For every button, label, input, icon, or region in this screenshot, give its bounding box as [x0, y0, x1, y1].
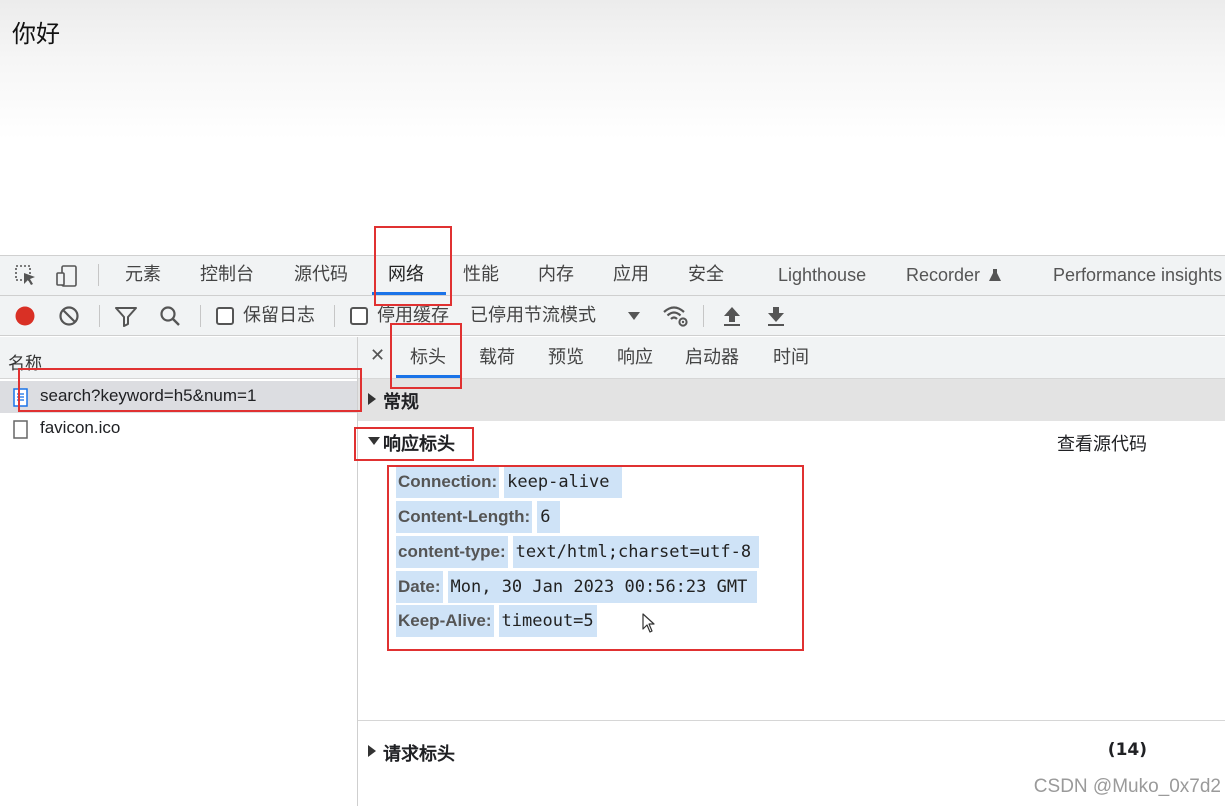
annotation-box-response-headers [354, 427, 474, 461]
devtools-main-tabbar: 元素 控制台 源代码 网络 性能 内存 应用 安全 Lighthouse Rec… [0, 256, 1225, 296]
tab-timing[interactable]: 时间 [773, 337, 809, 379]
annotation-box-network-tab [374, 226, 452, 306]
section-title: 常规 [383, 392, 419, 413]
disable-cache-checkbox[interactable] [350, 307, 368, 325]
tab-sources[interactable]: 源代码 [294, 256, 348, 296]
device-toolbar-icon[interactable] [55, 264, 79, 288]
search-icon[interactable] [158, 304, 182, 328]
export-har-icon[interactable] [764, 304, 788, 328]
watermark: CSDN @Muko_0x7d2 [1033, 776, 1221, 797]
toolbar-divider [703, 305, 704, 327]
page-content-text: 你好 [12, 20, 60, 48]
response-headers-section-header[interactable]: 响应标头 查看源代码 [358, 421, 1225, 461]
network-conditions-icon[interactable] [662, 304, 688, 328]
toolbar-divider [334, 305, 335, 327]
section-divider [358, 720, 1225, 721]
tab-security[interactable]: 安全 [688, 256, 724, 296]
expand-arrow-icon [368, 393, 376, 405]
tab-recorder[interactable]: Recorder [906, 256, 1002, 296]
tab-console[interactable]: 控制台 [200, 256, 254, 296]
close-icon[interactable]: ✕ [370, 345, 385, 366]
record-icon[interactable] [13, 304, 37, 328]
section-title: 请求标头 [383, 744, 455, 765]
filter-icon[interactable] [114, 304, 138, 328]
chevron-down-icon[interactable] [622, 304, 646, 328]
general-section-header[interactable]: 常规 [358, 379, 1225, 421]
tab-response[interactable]: 响应 [617, 337, 653, 379]
tab-memory[interactable]: 内存 [538, 256, 574, 296]
throttling-select[interactable]: 已停用节流模式 [470, 296, 596, 336]
header-count: (14) [1107, 740, 1147, 760]
tab-performance-insights[interactable]: Performance insights [1053, 256, 1222, 296]
tab-recorder-label: Recorder [906, 265, 981, 285]
preserve-log-label: 保留日志 [243, 305, 315, 326]
tab-elements[interactable]: 元素 [125, 256, 161, 296]
annotation-box-request [18, 368, 362, 412]
request-headers-section-header[interactable]: 请求标头 (14) [358, 731, 1225, 771]
import-har-icon[interactable] [720, 304, 744, 328]
request-row[interactable]: favicon.ico [0, 413, 357, 445]
inspect-element-icon[interactable] [14, 264, 38, 288]
view-source-link[interactable]: 查看源代码 [1057, 430, 1147, 456]
tab-initiator[interactable]: 启动器 [685, 337, 739, 379]
tab-application[interactable]: 应用 [613, 256, 649, 296]
network-toolbar: 保留日志 停用缓存 已停用节流模式 [0, 296, 1225, 336]
tab-payload[interactable]: 载荷 [479, 337, 515, 379]
request-name: favicon.ico [40, 418, 121, 437]
tab-preview[interactable]: 预览 [548, 337, 584, 379]
annotation-box-headers-tab [390, 323, 462, 389]
toolbar-divider [99, 305, 100, 327]
tab-performance[interactable]: 性能 [463, 256, 499, 296]
annotation-box-header-values [387, 465, 804, 651]
file-icon [13, 420, 28, 439]
experiment-flask-icon [985, 265, 1002, 285]
page-viewport: 你好 [0, 0, 1225, 255]
tabbar-divider [98, 264, 99, 286]
mouse-cursor-icon [642, 613, 656, 633]
expand-arrow-icon [368, 745, 376, 757]
tab-lighthouse[interactable]: Lighthouse [778, 256, 866, 296]
clear-icon[interactable] [57, 304, 81, 328]
preserve-log-checkbox[interactable] [216, 307, 234, 325]
toolbar-divider [200, 305, 201, 327]
details-tabbar: ✕ 标头 载荷 预览 响应 启动器 时间 [358, 337, 1225, 379]
